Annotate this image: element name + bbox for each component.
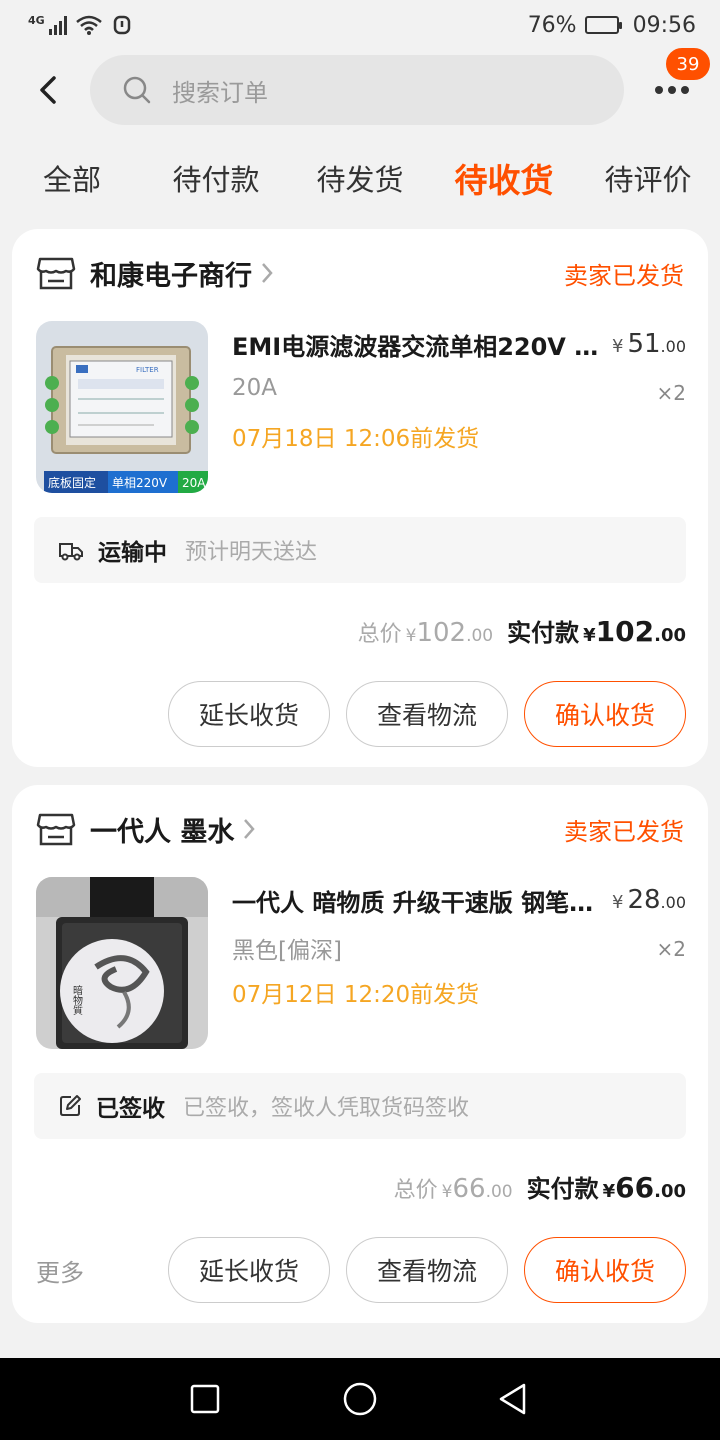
status-bar: 4G 76% 09:56 [0,0,720,50]
recents-button[interactable] [186,1380,224,1418]
tab-pending-shipment[interactable]: 待发货 [306,150,414,206]
dot-icon [681,86,689,94]
tab-pending-payment[interactable]: 待付款 [162,150,270,206]
product-image[interactable]: 暗物質 [36,877,208,1049]
total-value: 102 [416,618,467,648]
logistics-status: 运输中 [98,540,167,566]
tab-all[interactable]: 全部 [30,150,114,206]
circle-icon [343,1382,377,1416]
quantity: ×2 [656,381,686,405]
unit-price: ¥28.00 [612,885,686,915]
paid-value: 66 [615,1171,655,1204]
logistics-status: 已签收 [96,1096,165,1122]
clock: 09:56 [632,12,696,38]
thumb-tag-current: 20A [182,476,206,490]
system-nav-bar [0,1358,720,1440]
extend-receipt-button[interactable]: 延长收货 [168,1237,330,1303]
confirm-receipt-button[interactable]: 确认收货 [524,1237,686,1303]
search-icon [123,76,151,104]
order-totals: 总价 ¥66.00 实付款 ¥66.00 [393,1171,686,1204]
back-button[interactable] [30,70,66,110]
search-placeholder: 搜索订单 [172,78,268,107]
top-nav: 搜索订单 39 [0,46,720,132]
paid-label: 实付款 [507,619,580,647]
thumb-tag-mount: 底板固定 [48,475,96,490]
dot-icon [655,86,663,94]
order-status: 卖家已发货 [564,261,684,290]
chevron-right-icon [244,819,256,839]
logistics-desc: 预计明天送达 [185,540,318,565]
logistics-bar[interactable]: 运输中 预计明天送达 [34,517,686,583]
signal-icon [48,15,67,35]
paid-value: 102 [595,615,655,648]
search-input[interactable]: 搜索订单 [90,55,624,125]
filter-label: FILTER [136,366,159,374]
total-label: 总价 [393,1178,438,1203]
battery-percent: 76% [527,12,577,38]
order-actions: 延长收货 查看物流 确认收货 [12,681,708,747]
order-status: 卖家已发货 [564,817,684,846]
ship-deadline: 07月18日 12:06前发货 [232,426,480,452]
confirm-receipt-button[interactable]: 确认收货 [524,681,686,747]
order-card: 和康电子商行 卖家已发货 FILTER 底板固定 单相220V 20A EMI电… [12,229,708,767]
extend-receipt-button[interactable]: 延长收货 [168,681,330,747]
logistics-desc: 已签收，签收人凭取货码签收 [183,1096,470,1121]
thumb-tag-voltage: 单相220V [112,476,168,490]
product-title[interactable]: EMI电源滤波器交流单相220V 20A [232,327,602,362]
store-icon [36,257,76,290]
unit-price: ¥51.00 [612,329,686,359]
product-title[interactable]: 一代人 暗物质 升级干速版 钢笔墨水 [232,883,602,918]
shop-name: 和康电子商行 [90,260,252,292]
square-icon [190,1384,220,1414]
tab-pending-receipt[interactable]: 待收货 [444,150,564,206]
triangle-back-icon [499,1383,526,1415]
tab-pending-review[interactable]: 待评价 [594,150,702,206]
back-nav-button[interactable] [494,1380,532,1418]
product-image[interactable]: FILTER 底板固定 单相220V 20A [36,321,208,493]
ship-deadline: 07月12日 12:20前发货 [232,982,480,1008]
more-link[interactable]: 更多 [36,1253,84,1288]
store-icon [36,813,76,846]
network-type: 4G [28,14,45,27]
quantity: ×2 [656,937,686,961]
shop-link[interactable]: 一代人 墨水 [36,810,256,849]
nfc-icon [113,15,130,35]
chevron-right-icon [262,263,273,283]
battery-icon [584,16,622,34]
order-actions: 更多 延长收货 查看物流 确认收货 [12,1237,708,1303]
paid-label: 实付款 [526,1175,599,1203]
product-spec: 黑色[偏深] [232,938,342,964]
logistics-bar[interactable]: 已签收 已签收，签收人凭取货码签收 [34,1073,686,1139]
truck-icon [59,543,83,561]
signed-icon [60,1095,81,1116]
total-label: 总价 [357,622,402,647]
order-totals: 总价 ¥102.00 实付款 ¥102.00 [357,615,686,648]
view-logistics-button[interactable]: 查看物流 [346,681,508,747]
shop-name: 一代人 墨水 [90,816,235,848]
bottle-label: 暗物質 [71,984,83,1016]
order-tabs: 全部 待付款 待发货 待收货 待评价 [0,150,720,210]
product-spec: 20A [232,375,278,401]
chevron-left-icon [40,76,56,104]
dot-icon [668,86,676,94]
shop-link[interactable]: 和康电子商行 [36,254,274,293]
total-value: 66 [452,1174,486,1204]
wifi-icon [75,15,102,35]
view-logistics-button[interactable]: 查看物流 [346,1237,508,1303]
order-card: 一代人 墨水 卖家已发货 暗物質 一代人 暗物质 升级干速版 钢笔墨水 ¥28.… [12,785,708,1323]
home-button[interactable] [341,1380,379,1418]
message-badge: 39 [664,46,712,82]
